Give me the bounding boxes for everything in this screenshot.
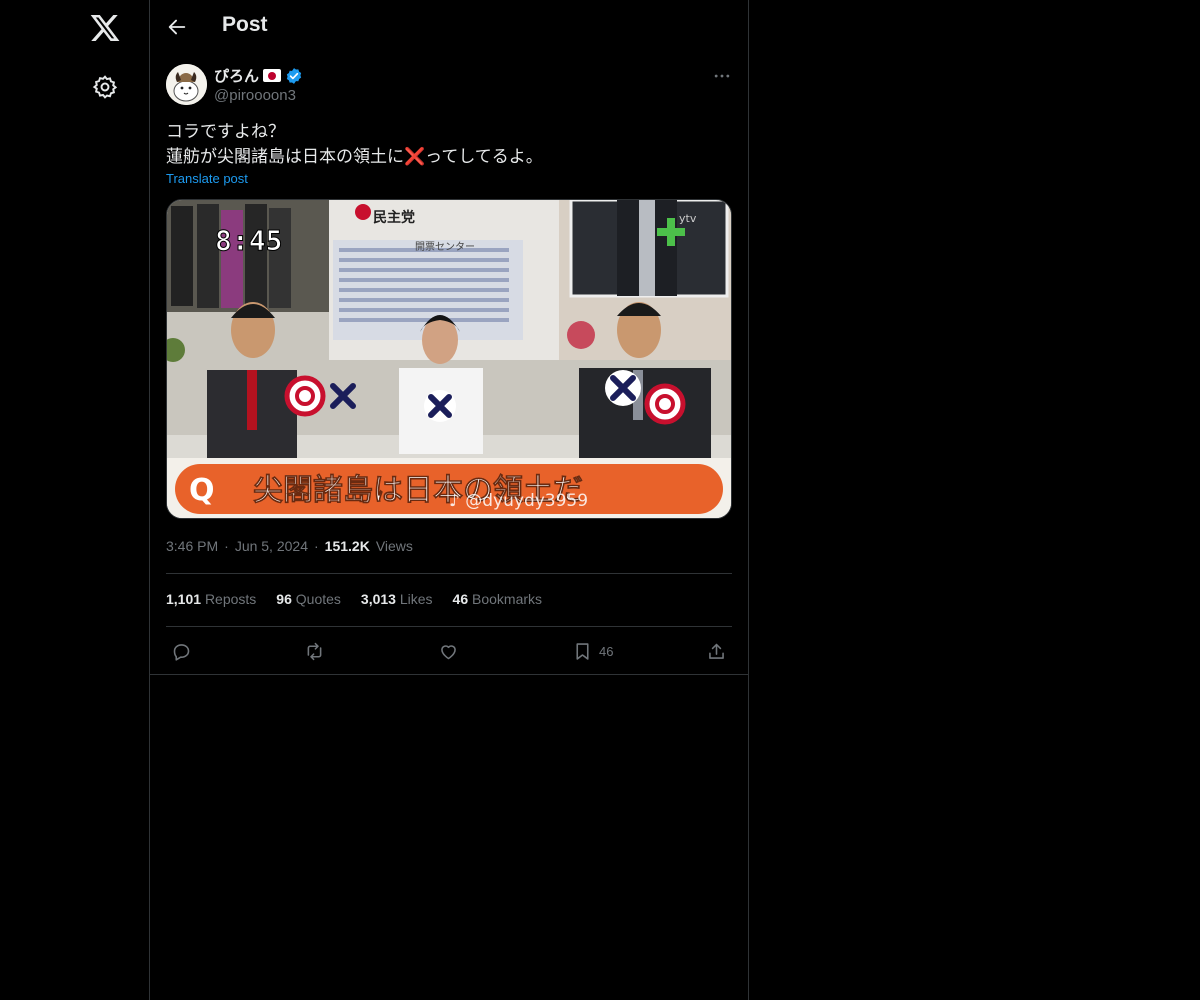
more-options-icon[interactable] [712, 66, 732, 86]
bookmark-count: 46 [599, 643, 614, 659]
quotes-label: Quotes [295, 591, 341, 607]
author-name-text: ぴろん [214, 68, 260, 85]
post-text-line-1: コラですよね？ [166, 122, 285, 142]
page-title: Post [222, 13, 268, 36]
translate-post-link[interactable]: Translate post [166, 171, 248, 186]
post-date[interactable]: Jun 5, 2024 [235, 538, 308, 554]
engagement-stats: 1,101 Reposts 96 Quotes 3,013 Likes 46 B… [166, 591, 542, 607]
author-display-name[interactable]: ぴろん [214, 65, 303, 86]
arrow-left-icon[interactable] [166, 16, 188, 38]
reply-button[interactable] [171, 638, 192, 664]
post-media-image[interactable]: 8:45 民主党 開票センター ytv Q 尖閣諸島は日本の領土だ ♪ @dyu… [166, 199, 732, 519]
left-nav-rail [0, 0, 150, 1000]
likes-stat[interactable]: 3,013 Likes [361, 591, 433, 607]
media-party-sign: 民主党 [373, 209, 415, 226]
likes-label: Likes [399, 591, 433, 607]
repost-icon [307, 642, 322, 660]
divider [150, 674, 748, 675]
views-count: 151.2K [324, 538, 370, 554]
post-text: コラですよね？ 蓮舫が尖閣諸島は日本の領土に❌ってしてるよ。 [166, 120, 732, 170]
share-icon [709, 643, 724, 659]
gear-icon[interactable] [92, 74, 118, 100]
reposts-label: Reposts [204, 591, 257, 607]
bookmark-button[interactable]: 46 [572, 638, 613, 664]
main-column: Post ぴろん @piroooon3 コラですよね？ 蓮舫が尖閣諸島は日本の領… [150, 0, 749, 1000]
post-meta: 3:46 PM · Jun 5, 2024 · 151.2K Views [166, 538, 413, 554]
quotes-stat[interactable]: 96 Quotes [276, 591, 341, 607]
meta-separator: · [313, 538, 319, 554]
like-button[interactable] [438, 638, 459, 664]
share-button[interactable] [706, 638, 727, 664]
media-time: 8:45 [215, 224, 282, 257]
media-caption-q: Q [189, 473, 215, 508]
reply-icon [173, 643, 190, 661]
reposts-stat[interactable]: 1,101 Reposts [166, 591, 256, 607]
divider [166, 626, 732, 627]
avatar[interactable] [166, 64, 207, 105]
media-center-sign: 開票センター [415, 241, 475, 253]
quotes-count: 96 [276, 591, 292, 607]
post-time[interactable]: 3:46 PM [166, 538, 218, 554]
divider [166, 573, 732, 574]
action-bar: 46 [166, 638, 732, 666]
media-watermark: ♪ @dyuydy3959 [449, 491, 588, 511]
views-label: Views [375, 538, 413, 554]
media-channel: ytv [679, 212, 697, 225]
verified-badge-icon[interactable] [285, 67, 303, 85]
post-text-line-2: 蓮舫が尖閣諸島は日本の領土に❌ってしてるよ。 [166, 147, 543, 167]
bookmarks-label: Bookmarks [472, 591, 543, 607]
x-logo-icon[interactable] [89, 12, 121, 44]
repost-button[interactable] [304, 638, 325, 664]
meta-separator: · [224, 538, 229, 554]
bookmarks-stat[interactable]: 46 Bookmarks [453, 591, 543, 607]
japan-flag-icon [263, 69, 282, 82]
reposts-count: 1,101 [166, 591, 202, 607]
bookmark-icon [576, 642, 589, 660]
heart-icon [441, 644, 456, 659]
author-handle[interactable]: @piroooon3 [214, 87, 296, 104]
top-bar: Post [150, 0, 748, 53]
likes-count: 3,013 [360, 591, 396, 607]
bookmarks-count: 46 [452, 591, 469, 607]
